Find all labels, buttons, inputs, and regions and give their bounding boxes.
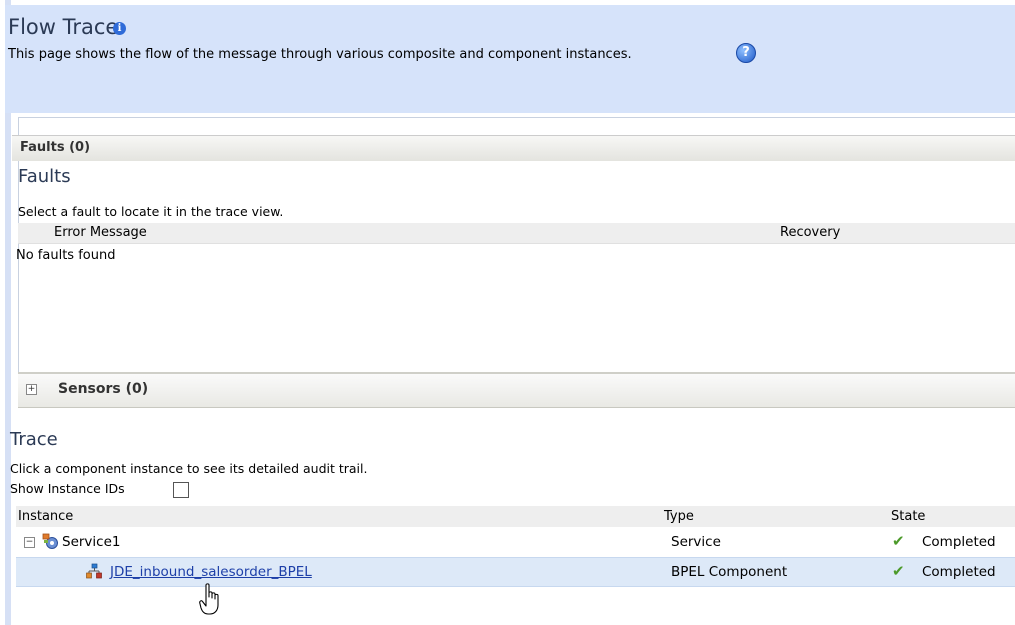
instance-type: Service (671, 534, 721, 550)
page-description: This page shows the flow of the message … (8, 47, 632, 62)
show-instance-ids-label: Show Instance IDs (10, 481, 125, 496)
hand-pointer-icon (199, 583, 219, 615)
bpel-process-icon (86, 563, 102, 579)
trace-instruction: Click a component instance to see its de… (10, 461, 368, 476)
plus-icon[interactable]: + (26, 384, 37, 395)
help-icon[interactable]: ? (736, 43, 756, 63)
instance-name[interactable]: Service1 (62, 534, 120, 550)
minus-icon[interactable]: − (24, 537, 35, 548)
green-checkmark-icon: ✔ (892, 562, 905, 580)
tab-faults[interactable]: Faults (0) (12, 135, 1015, 161)
instance-type: BPEL Component (671, 564, 788, 580)
trace-table-header: Instance Type State (16, 506, 1015, 527)
info-icon[interactable]: i (113, 22, 126, 35)
instance-state: Completed (922, 564, 996, 580)
column-error-message[interactable]: Error Message (54, 225, 147, 240)
column-type[interactable]: Type (664, 509, 694, 524)
trace-section-title: Trace (10, 429, 58, 450)
sensors-section-bar[interactable]: + Sensors (0) (18, 372, 1015, 408)
table-row[interactable]: − Service1 Service ✔ Completed (16, 528, 1015, 556)
show-instance-ids-checkbox[interactable] (173, 482, 189, 498)
bpel-instance-link[interactable]: JDE_inbound_salesorder_BPEL (110, 564, 312, 580)
service-gears-icon (42, 533, 58, 549)
table-row[interactable]: JDE_inbound_salesorder_BPEL BPEL Compone… (16, 557, 1015, 587)
green-checkmark-icon: ✔ (892, 532, 905, 550)
faults-instruction: Select a fault to locate it in the trace… (18, 204, 284, 219)
column-recovery[interactable]: Recovery (780, 225, 840, 240)
page-title: Flow Trace (8, 15, 119, 39)
tab-faults-label: Faults (0) (20, 140, 91, 155)
no-faults-message: No faults found (16, 248, 116, 263)
faults-table-header: Error Message Recovery (18, 223, 1015, 244)
column-instance[interactable]: Instance (18, 509, 73, 524)
instance-state: Completed (922, 534, 996, 550)
page-header: Flow Trace i This page shows the flow of… (5, 5, 1015, 113)
sensors-label: Sensors (0) (58, 381, 149, 397)
faults-section-title: Faults (18, 166, 71, 187)
column-state[interactable]: State (891, 509, 925, 524)
